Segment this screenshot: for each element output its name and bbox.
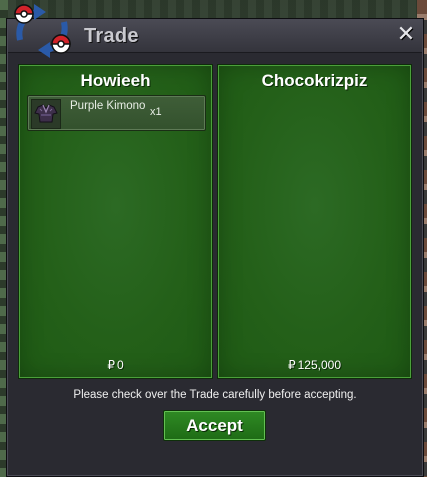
money-value-left: 0 — [116, 358, 124, 372]
window-title: Trade — [84, 25, 139, 47]
trade-panel-right: Chocokrizpiz ₽125,000 — [217, 64, 412, 379]
money-offer-right: ₽125,000 — [218, 358, 411, 372]
trade-logo-icon — [14, 4, 71, 58]
accept-button[interactable]: Accept — [163, 410, 266, 441]
money-value-right: 125,000 — [297, 358, 342, 372]
close-icon[interactable]: ✕ — [396, 23, 416, 45]
currency-icon: ₽ — [107, 358, 115, 372]
kimono-icon — [31, 99, 61, 129]
trade-notice: Please check over the Trade carefully be… — [73, 389, 357, 401]
player-name-left: Howieeh — [80, 71, 151, 90]
money-offer-left: ₽0 — [19, 358, 212, 372]
player-name-right: Chocokrizpiz — [261, 71, 368, 90]
item-quantity: x1 — [150, 106, 162, 118]
trade-item[interactable]: Purple Kimono x1 — [27, 95, 206, 131]
currency-icon: ₽ — [287, 358, 296, 372]
trade-panel-left: Howieeh Purple Kimono x1 ₽0 — [18, 64, 213, 379]
trade-window: Trade ✕ Howieeh Purple Kimono x1 ₽0 Choc… — [6, 18, 424, 477]
item-name: Purple Kimono — [70, 100, 146, 112]
